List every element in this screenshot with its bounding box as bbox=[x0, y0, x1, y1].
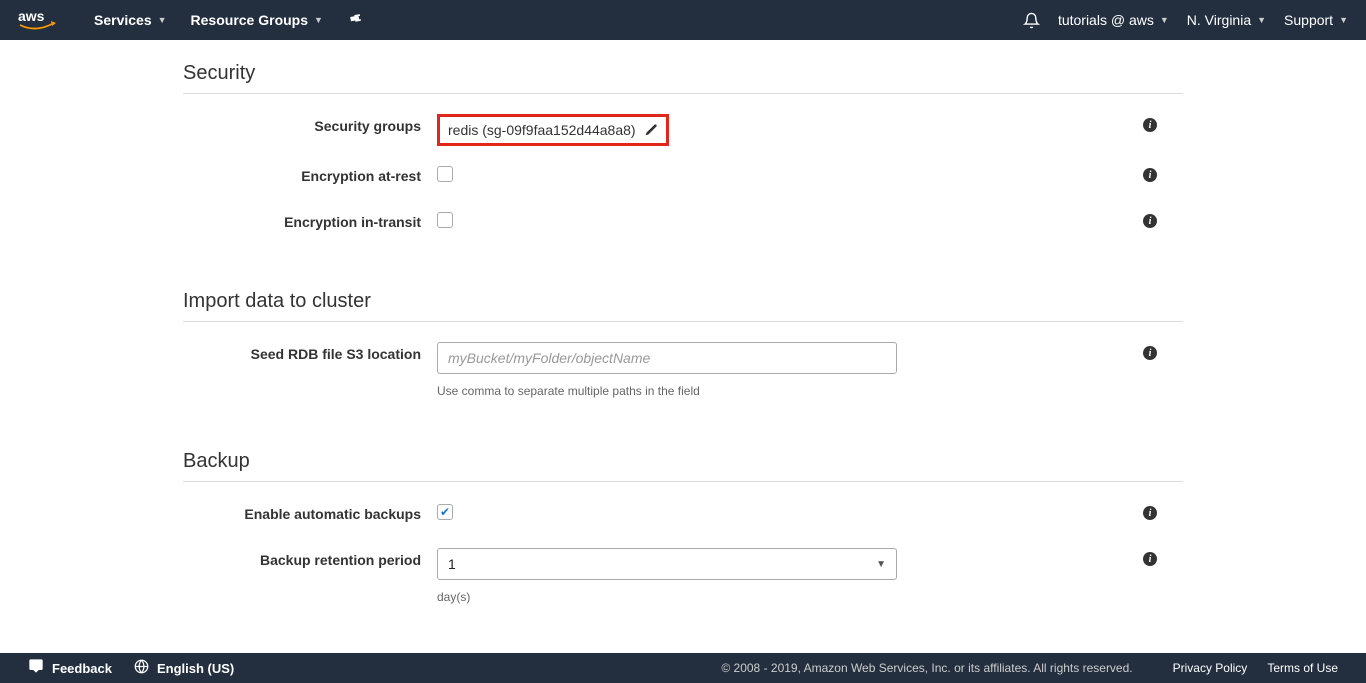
nav-resource-groups[interactable]: Resource Groups ▼ bbox=[191, 12, 323, 28]
chevron-down-icon: ▼ bbox=[1160, 15, 1169, 25]
help-seed-rdb: Use comma to separate multiple paths in … bbox=[437, 384, 700, 398]
chevron-down-icon: ▼ bbox=[158, 15, 167, 25]
nav-resource-groups-label: Resource Groups bbox=[191, 12, 308, 28]
top-nav: aws Services ▼ Resource Groups ▼ tutoria… bbox=[0, 0, 1366, 40]
chevron-down-icon: ▼ bbox=[1339, 15, 1348, 25]
row-encryption-at-rest: Encryption at-rest i bbox=[183, 164, 1183, 192]
chevron-down-icon: ▼ bbox=[876, 559, 886, 570]
footer-copyright: © 2008 - 2019, Amazon Web Services, Inc.… bbox=[721, 661, 1132, 675]
aws-logo[interactable]: aws bbox=[18, 8, 58, 32]
info-icon[interactable]: i bbox=[1143, 168, 1157, 182]
security-groups-value: redis (sg-09f9faa152d44a8a8) bbox=[448, 122, 636, 138]
footer-privacy[interactable]: Privacy Policy bbox=[1173, 661, 1248, 675]
nav-services-label: Services bbox=[94, 12, 152, 28]
select-retention-period[interactable]: 1 ▼ bbox=[437, 548, 897, 580]
label-encryption-in-transit: Encryption in-transit bbox=[183, 210, 437, 230]
nav-support-label: Support bbox=[1284, 12, 1333, 28]
row-encryption-in-transit: Encryption in-transit i bbox=[183, 210, 1183, 238]
nav-region[interactable]: N. Virginia ▼ bbox=[1187, 12, 1266, 28]
row-seed-rdb: Seed RDB file S3 location Use comma to s… bbox=[183, 342, 1183, 398]
checkbox-encryption-in-transit[interactable] bbox=[437, 212, 453, 228]
footer-language-label: English (US) bbox=[157, 661, 234, 676]
nav-right: tutorials @ aws ▼ N. Virginia ▼ Support … bbox=[1005, 12, 1348, 29]
chevron-down-icon: ▼ bbox=[1257, 15, 1266, 25]
nav-services[interactable]: Services ▼ bbox=[94, 12, 167, 28]
notifications-icon[interactable] bbox=[1023, 12, 1040, 29]
globe-icon bbox=[134, 659, 149, 678]
info-icon[interactable]: i bbox=[1143, 214, 1157, 228]
label-enable-backups: Enable automatic backups bbox=[183, 502, 437, 522]
footer-feedback-label: Feedback bbox=[52, 661, 112, 676]
label-seed-rdb: Seed RDB file S3 location bbox=[183, 342, 437, 362]
row-retention-period: Backup retention period 1 ▼ day(s) i bbox=[183, 548, 1183, 604]
row-enable-backups: Enable automatic backups ✔ i bbox=[183, 502, 1183, 530]
section-header-import: Import data to cluster bbox=[183, 256, 1183, 322]
section-header-backup: Backup bbox=[183, 416, 1183, 482]
info-icon[interactable]: i bbox=[1143, 506, 1157, 520]
pin-icon[interactable] bbox=[343, 9, 365, 32]
info-icon[interactable]: i bbox=[1143, 346, 1157, 360]
info-icon[interactable]: i bbox=[1143, 552, 1157, 566]
chevron-down-icon: ▼ bbox=[314, 15, 323, 25]
info-icon[interactable]: i bbox=[1143, 118, 1157, 132]
label-encryption-at-rest: Encryption at-rest bbox=[183, 164, 437, 184]
footer-feedback[interactable]: Feedback bbox=[28, 658, 112, 678]
footer-terms[interactable]: Terms of Use bbox=[1267, 661, 1338, 675]
retention-unit: day(s) bbox=[437, 590, 470, 604]
footer-language[interactable]: English (US) bbox=[134, 659, 234, 678]
label-security-groups: Security groups bbox=[183, 114, 437, 134]
nav-support[interactable]: Support ▼ bbox=[1284, 12, 1348, 28]
nav-account[interactable]: tutorials @ aws ▼ bbox=[1058, 12, 1169, 28]
svg-text:aws: aws bbox=[18, 8, 45, 24]
input-seed-rdb[interactable] bbox=[437, 342, 897, 374]
footer: Feedback English (US) © 2008 - 2019, Ama… bbox=[0, 653, 1366, 683]
select-retention-value: 1 bbox=[448, 556, 456, 572]
speech-bubble-icon bbox=[28, 658, 44, 678]
row-security-groups: Security groups redis (sg-09f9faa152d44a… bbox=[183, 114, 1183, 146]
security-groups-value-box: redis (sg-09f9faa152d44a8a8) bbox=[437, 114, 669, 146]
section-header-security: Security bbox=[183, 40, 1183, 94]
checkbox-enable-backups[interactable]: ✔ bbox=[437, 504, 453, 520]
label-retention-period: Backup retention period bbox=[183, 548, 437, 568]
edit-icon[interactable] bbox=[644, 123, 658, 137]
nav-account-label: tutorials @ aws bbox=[1058, 12, 1154, 28]
nav-region-label: N. Virginia bbox=[1187, 12, 1251, 28]
main-content: Security Security groups redis (sg-09f9f… bbox=[0, 40, 1366, 653]
checkbox-encryption-at-rest[interactable] bbox=[437, 166, 453, 182]
